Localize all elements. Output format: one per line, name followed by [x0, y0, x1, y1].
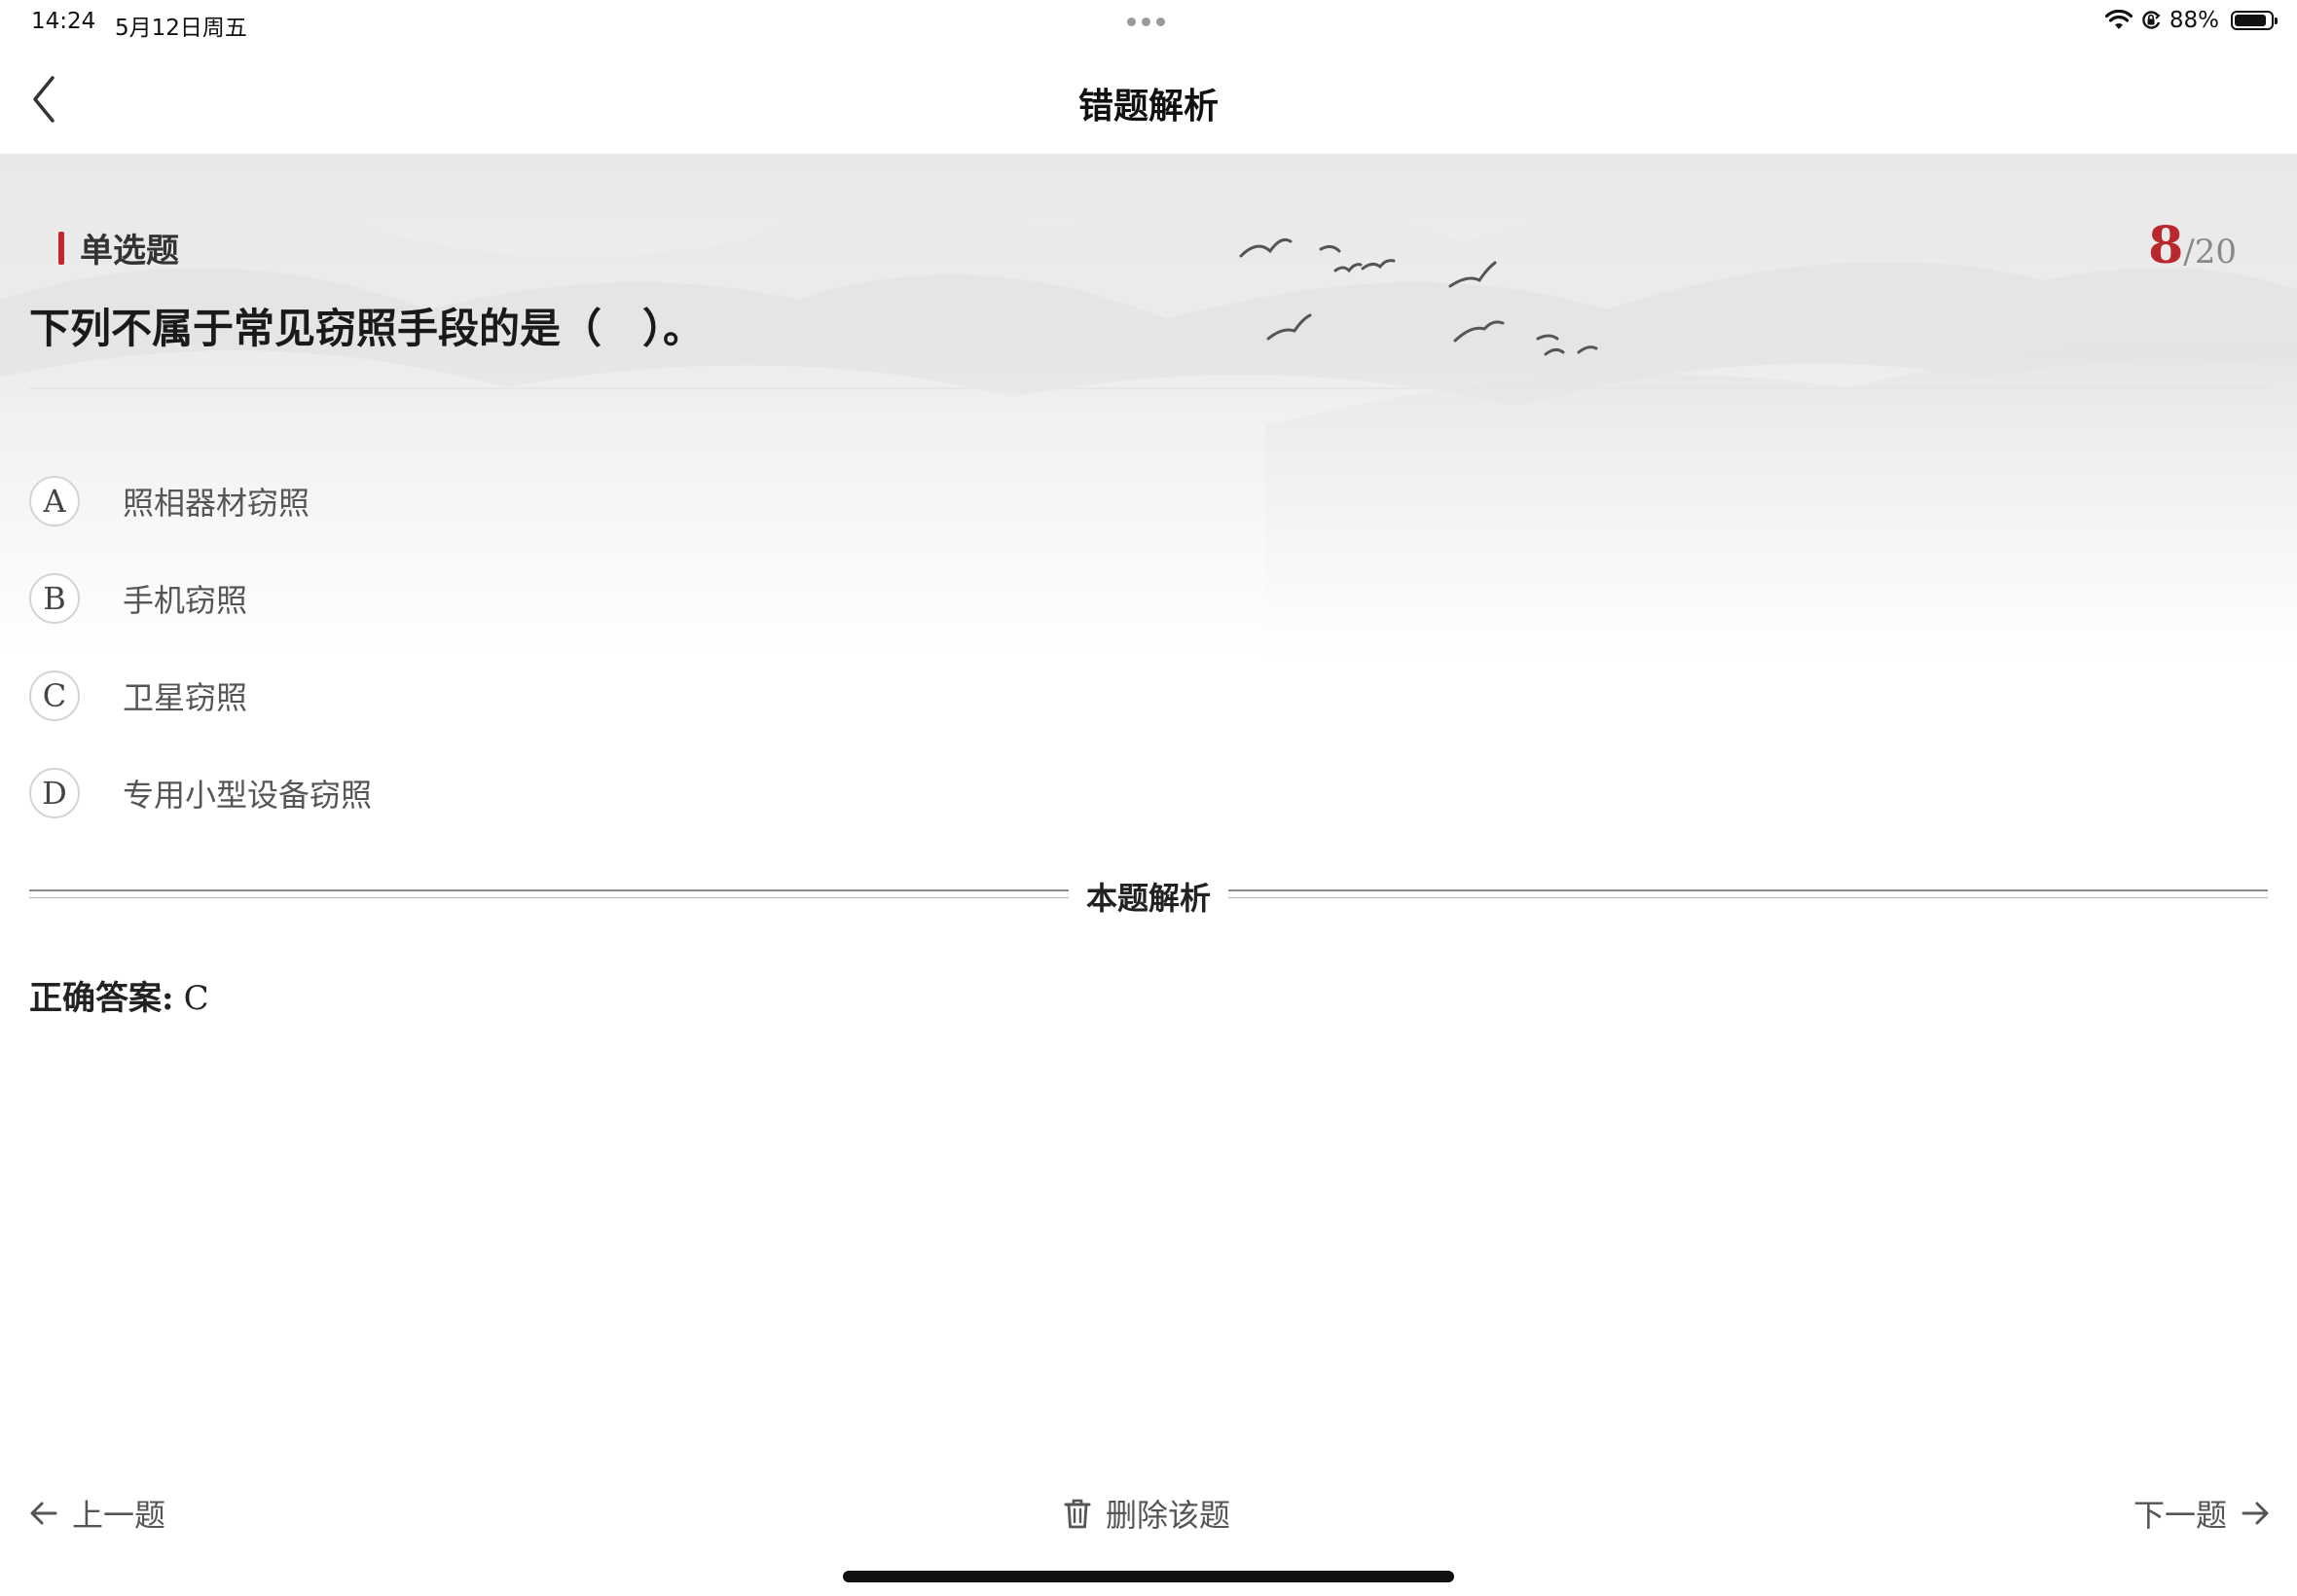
multitasking-dots-icon[interactable] — [1127, 18, 1165, 26]
option-letter: C — [29, 671, 80, 721]
page-title: 错题解析 — [1077, 86, 1219, 127]
delete-question-label: 删除该题 — [1106, 1497, 1231, 1534]
battery-percent: 88% — [2169, 8, 2219, 33]
option-b[interactable]: B 手机窃照 — [29, 550, 372, 647]
battery-icon — [2231, 11, 2278, 30]
analysis-divider-right — [1228, 889, 2268, 898]
option-text: 手机窃照 — [123, 582, 248, 619]
trash-icon — [1064, 1499, 1091, 1529]
correct-answer-label: 正确答案: — [29, 979, 174, 1018]
option-text: 照相器材窃照 — [123, 485, 310, 522]
arrow-right-icon — [2242, 1502, 2269, 1525]
question-type-marker — [58, 231, 64, 265]
question-text: 下列不属于常见窃照手段的是（ ）。 — [29, 305, 705, 352]
option-d[interactable]: D 专用小型设备窃照 — [29, 744, 372, 842]
next-question-button[interactable]: 下一题 — [2133, 1491, 2270, 1536]
question-counter: 8/20 — [2148, 216, 2237, 275]
question-divider — [29, 387, 2268, 389]
option-letter: A — [29, 476, 80, 526]
option-a[interactable]: A 照相器材窃照 — [29, 453, 372, 550]
home-indicator[interactable] — [843, 1571, 1454, 1582]
correct-answer-value: C — [183, 979, 209, 1018]
previous-question-button[interactable]: 上一题 — [29, 1491, 165, 1536]
status-date: 5月12日周五 — [115, 16, 247, 41]
page: 14:24 5月12日周五 88% 错题解析 单选题 8/20 下列不属于常见窃… — [0, 0, 2297, 1596]
option-letter: D — [29, 768, 80, 818]
option-letter: B — [29, 573, 80, 624]
status-indicators: 88% — [2104, 8, 2278, 33]
option-text: 卫星窃照 — [123, 679, 248, 716]
option-c[interactable]: C 卫星窃照 — [29, 647, 372, 744]
question-type: 单选题 — [58, 224, 179, 272]
options-list: A 照相器材窃照 B 手机窃照 C 卫星窃照 D 专用小型设备窃照 — [29, 453, 372, 842]
navigation-bar: 错题解析 — [0, 47, 2297, 154]
analysis-header: 本题解析 — [29, 868, 2268, 923]
orientation-lock-icon — [2142, 11, 2161, 29]
bottom-toolbar: 上一题 删除该题 下一题 — [0, 1479, 2297, 1547]
next-question-label: 下一题 — [2133, 1497, 2227, 1534]
status-time: 14:24 — [31, 9, 96, 34]
question-type-label: 单选题 — [80, 232, 179, 271]
arrow-left-icon — [30, 1502, 57, 1525]
previous-question-label: 上一题 — [72, 1497, 166, 1534]
question-total: /20 — [2183, 233, 2237, 272]
status-bar: 14:24 5月12日周五 88% — [0, 0, 2297, 47]
question-current-index: 8 — [2148, 216, 2184, 275]
delete-question-button[interactable]: 删除该题 — [1063, 1491, 1230, 1536]
correct-answer: 正确答案: C — [29, 971, 209, 1019]
wifi-icon — [2104, 10, 2133, 29]
option-text: 专用小型设备窃照 — [123, 777, 373, 814]
